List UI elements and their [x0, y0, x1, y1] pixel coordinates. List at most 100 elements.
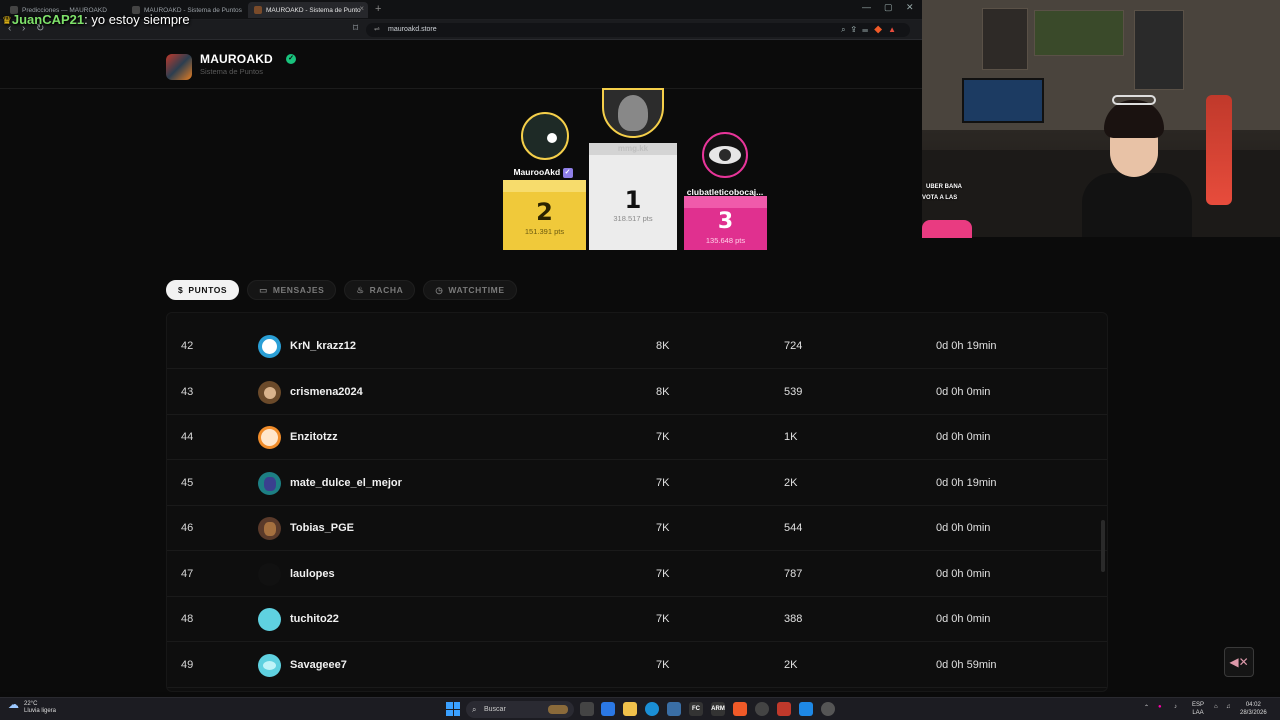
- tray-chevron-icon[interactable]: ⌃: [1144, 704, 1149, 712]
- volume-icon[interactable]: ♫: [1226, 703, 1231, 711]
- browser-tab-active[interactable]: MAUROAKD - Sistema de Punto ×: [248, 2, 368, 18]
- row-rank: 43: [181, 386, 194, 398]
- address-bar[interactable]: ⇌ mauroakd.store ⌕⇪☰◆▲: [366, 23, 910, 37]
- table-row[interactable]: 43 crismena2024 8K 539 0d 0h 0min: [167, 370, 1107, 415]
- obs-icon[interactable]: [755, 702, 769, 716]
- row-watchtime: 0d 0h 0min: [936, 431, 991, 443]
- app-red-icon[interactable]: [777, 702, 791, 716]
- bookmark-icon[interactable]: ⌑: [353, 23, 358, 34]
- row-watchtime: 0d 0h 59min: [936, 659, 997, 671]
- row-watchtime: 0d 0h 19min: [936, 477, 997, 489]
- table-row[interactable]: 49 Savageee7 7K 2K 0d 0h 59min: [167, 643, 1107, 688]
- brave-icon[interactable]: [733, 702, 747, 716]
- site-info-icon[interactable]: ⇌: [374, 23, 380, 37]
- window-close-icon[interactable]: ✕: [906, 2, 914, 13]
- steam-icon[interactable]: [799, 702, 813, 716]
- language-indicator[interactable]: ESP LAA: [1192, 701, 1204, 717]
- eye-icon: [709, 146, 741, 164]
- clock-icon: ◷: [435, 284, 444, 295]
- verified-check-icon: ✓: [286, 54, 296, 64]
- podium-points: 135.648 pts: [705, 236, 746, 245]
- tab-watchtime[interactable]: ◷ WATCHTIME: [423, 280, 517, 300]
- leaderboard-table[interactable]: 42 KrN_krazz12 8K 724 0d 0h 19min 43 cri…: [166, 312, 1108, 692]
- mute-icon[interactable]: ◀✕: [1224, 647, 1254, 677]
- app-arm-icon[interactable]: ARM: [711, 702, 725, 716]
- app-fc-icon[interactable]: FC: [689, 702, 703, 716]
- row-points: 8K: [656, 340, 670, 352]
- user-avatar: [258, 426, 281, 449]
- row-points: 7K: [656, 431, 670, 443]
- chat-message: : yo estoy siempre: [84, 12, 190, 27]
- windows-taskbar: ☁ 22°C Lluvia ligera ⌕ Buscar FC ARM ⌃ ●…: [0, 697, 1280, 720]
- avatar-image: [263, 476, 276, 491]
- menu-icon[interactable]: ☰: [862, 25, 874, 34]
- maximize-icon[interactable]: ▢: [884, 2, 893, 13]
- row-messages: 388: [784, 613, 803, 625]
- avatar-image: [263, 521, 276, 536]
- zoom-icon[interactable]: ⌕: [841, 25, 851, 34]
- tab-puntos[interactable]: $ PUNTOS: [166, 280, 240, 300]
- tray-mic-icon[interactable]: ♪: [1174, 703, 1177, 711]
- row-username: Enzitotzz: [290, 431, 338, 443]
- streamer: [1082, 95, 1192, 237]
- task-view-icon[interactable]: [580, 702, 594, 716]
- row-points: 7K: [656, 522, 670, 534]
- taskbar-search[interactable]: ⌕ Buscar: [466, 701, 574, 718]
- table-row[interactable]: 47 laulopes 7K 787 0d 0h 0min: [167, 552, 1107, 597]
- brand-subtitle: Sistema de Puntos: [200, 67, 263, 76]
- tray-app-icon[interactable]: ●: [1158, 703, 1162, 711]
- windows-start-icon[interactable]: [446, 702, 460, 716]
- tab-mensajes[interactable]: ▭ MENSAJES: [247, 280, 337, 300]
- podium-place-number: 2: [536, 198, 553, 226]
- search-placeholder: Buscar: [484, 706, 506, 713]
- network-icon[interactable]: ⌂: [1214, 703, 1218, 711]
- brand-avatar[interactable]: [166, 54, 192, 80]
- table-row[interactable]: 42 KrN_krazz12 8K 724 0d 0h 19min: [167, 324, 1107, 369]
- row-messages: 539: [784, 386, 803, 398]
- room-tv: [962, 78, 1044, 123]
- edge-icon[interactable]: [645, 702, 659, 716]
- row-watchtime: 0d 0h 0min: [936, 522, 991, 534]
- file-explorer-icon[interactable]: [623, 702, 637, 716]
- row-rank: 47: [181, 568, 194, 580]
- row-username: Tobias_PGE: [290, 522, 354, 534]
- podium-place-number: 1: [624, 186, 642, 214]
- table-row[interactable]: 48 tuchito22 7K 388 0d 0h 0min: [167, 597, 1107, 642]
- clock[interactable]: 04:02 28/3/2026: [1240, 701, 1267, 717]
- podium-username: MaurooAkd: [513, 167, 561, 177]
- podium-name-second: MaurooAkd ✓: [503, 167, 583, 178]
- weather-widget[interactable]: ☁ 22°C Lluvia ligera: [8, 700, 56, 715]
- table-row[interactable]: 45 mate_dulce_el_mejor 7K 2K 0d 0h 19min: [167, 461, 1107, 506]
- podium-avatar-second[interactable]: [521, 112, 569, 160]
- weather-temp: 22°C: [24, 701, 38, 707]
- notepad-icon[interactable]: [667, 702, 681, 716]
- brand-name[interactable]: MAUROAKD: [200, 52, 273, 66]
- table-row[interactable]: 44 Enzitotzz 7K 1K 0d 0h 0min: [167, 415, 1107, 460]
- new-tab-icon[interactable]: +: [375, 3, 381, 15]
- table-row[interactable]: 46 Tobias_PGE 7K 544 0d 0h 0min: [167, 506, 1107, 551]
- row-messages: 2K: [784, 659, 798, 671]
- scrollbar-thumb[interactable]: [1101, 520, 1105, 572]
- podium-name-first: mmg.kk: [617, 144, 649, 153]
- avatar-image: [618, 95, 648, 131]
- share-icon[interactable]: ⇪: [852, 25, 863, 34]
- settings-icon[interactable]: [821, 702, 835, 716]
- stream-chat-overlay: ♛JuanCAP21: yo estoy siempre: [2, 12, 190, 27]
- widgets-icon[interactable]: [601, 702, 615, 716]
- row-username: Savageee7: [290, 659, 347, 671]
- podium-avatar-first[interactable]: [602, 88, 664, 138]
- row-username: tuchito22: [290, 613, 339, 625]
- brave-rewards-icon[interactable]: ▲: [888, 25, 902, 34]
- row-watchtime: 0d 0h 0min: [936, 386, 991, 398]
- user-avatar: [258, 335, 281, 358]
- avatar-image: [262, 339, 277, 354]
- podium-avatar-third[interactable]: [702, 132, 748, 178]
- row-messages: 544: [784, 522, 803, 534]
- overlay-widget: [922, 220, 972, 238]
- tab-racha[interactable]: ♨ RACHA: [344, 280, 416, 300]
- overlay-text: UBER BANA: [926, 184, 962, 190]
- close-tab-icon[interactable]: ×: [359, 4, 364, 13]
- minimize-icon[interactable]: —: [862, 2, 871, 12]
- site-header: MAUROAKD ✓ Sistema de Puntos: [0, 40, 922, 89]
- brave-shield-icon[interactable]: ◆: [874, 25, 888, 34]
